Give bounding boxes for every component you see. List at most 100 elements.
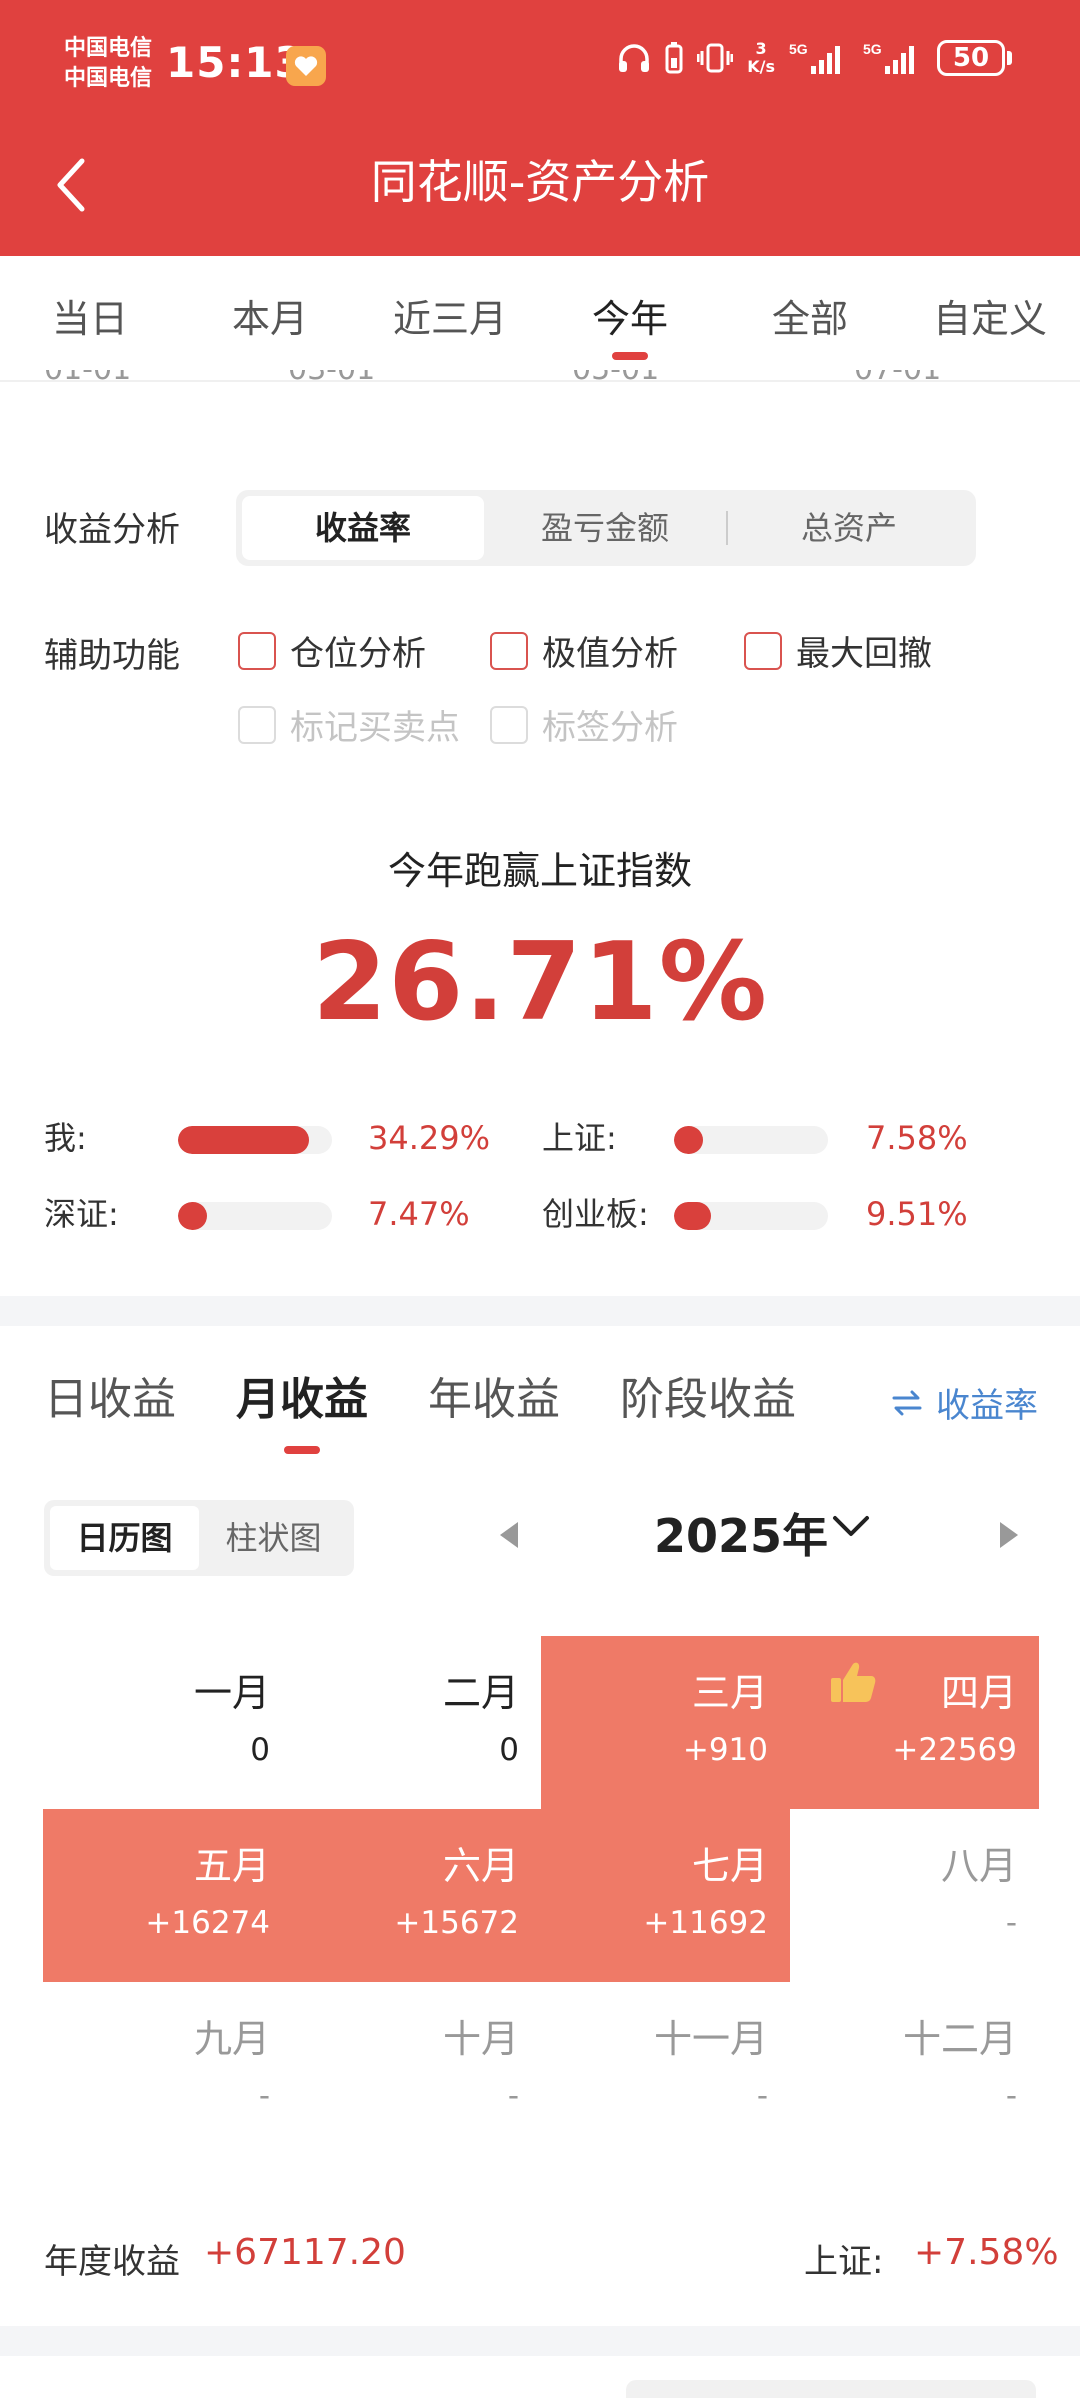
- month-cell[interactable]: 六月 +15672: [292, 1809, 541, 1982]
- tab-returns-2[interactable]: 年收益: [428, 1370, 560, 1460]
- comparison-chinext: 创业板: 9.51%: [542, 1194, 1002, 1234]
- month-name: 三月: [691, 1671, 768, 1715]
- comparison-bar: [674, 1126, 828, 1154]
- checkbox-extreme-analysis[interactable]: 极值分析: [490, 626, 678, 675]
- month-cell[interactable]: 八月 -: [790, 1809, 1039, 1982]
- checkbox-position-analysis[interactable]: 仓位分析: [238, 626, 426, 675]
- axis-date-label: 03-01: [288, 370, 375, 387]
- swap-icon: [892, 1390, 922, 1415]
- beat-index-value: 26.71%: [312, 920, 768, 1045]
- month-cell[interactable]: 二月 0: [292, 1636, 541, 1809]
- analysis-metric-selector: 收益率 盈亏金额 总资产: [236, 490, 976, 566]
- next-year-arrow-icon[interactable]: [1000, 1522, 1018, 1548]
- tab-label: 年收益: [428, 1374, 560, 1425]
- carrier-2: 中国电信: [64, 66, 153, 91]
- checkbox-box: [238, 631, 276, 670]
- header-bar: 中国电信 中国电信 15:13 3 K/s 5G 5G 50 同花顺-资产分析: [0, 0, 1080, 256]
- comparison-bar: [674, 1202, 828, 1230]
- month-value: -: [258, 2078, 270, 2114]
- month-cell[interactable]: 十一月 -: [541, 1982, 790, 2155]
- signal-5g-icon: 5G: [789, 40, 849, 76]
- beat-index-title: 今年跑赢上证指数: [387, 849, 692, 893]
- month-cell[interactable]: 七月 +11692: [541, 1809, 790, 1982]
- annual-index-value: +7.58%: [914, 2232, 1059, 2273]
- checkbox-max-drawdown[interactable]: 最大回撤: [744, 626, 932, 675]
- month-name: 一月: [193, 1671, 270, 1715]
- month-cell[interactable]: 四月 +22569: [790, 1636, 1039, 1809]
- tab-period-4[interactable]: 全部: [720, 256, 900, 380]
- status-time: 15:13: [166, 38, 305, 87]
- view-bar-chart[interactable]: 柱状图: [199, 1506, 348, 1570]
- month-cell[interactable]: 九月 -: [43, 1982, 292, 2155]
- comparison-bar-fill: [674, 1202, 711, 1230]
- axis-date-label: 07-01: [854, 370, 941, 387]
- vibrate-icon: [697, 42, 734, 74]
- page-title: 同花顺-资产分析: [370, 155, 710, 209]
- tab-returns-1[interactable]: 月收益: [236, 1370, 368, 1460]
- comparison-shanghai: 上证: 7.58%: [542, 1118, 1002, 1158]
- view-toggle: 日历图 柱状图: [44, 1500, 354, 1576]
- metric-option-pnl-amount[interactable]: 盈亏金额: [484, 496, 726, 560]
- annual-return-value: +67117.20: [204, 2232, 406, 2273]
- rate-toggle-button[interactable]: 收益率: [892, 1378, 1038, 1427]
- svg-text:5G: 5G: [789, 41, 808, 57]
- view-calendar[interactable]: 日历图: [50, 1506, 199, 1570]
- metric-option-return-rate[interactable]: 收益率: [242, 496, 484, 560]
- month-name: 十二月: [902, 2017, 1017, 2061]
- month-value: +11692: [643, 1905, 768, 1941]
- month-name: 五月: [193, 1844, 270, 1888]
- month-name: 十月: [442, 2017, 519, 2061]
- month-value: 0: [499, 1732, 519, 1768]
- tab-label: 今年: [591, 297, 668, 341]
- month-value: -: [756, 2078, 768, 2114]
- carrier-1: 中国电信: [64, 36, 153, 61]
- rate-toggle-label: 收益率: [936, 1386, 1038, 1426]
- month-cell[interactable]: 三月 +910: [541, 1636, 790, 1809]
- month-cell[interactable]: 五月 +16274: [43, 1809, 292, 1982]
- comparison-bar-fill: [178, 1126, 309, 1154]
- month-value: +15672: [394, 1905, 519, 1941]
- previous-year-arrow-icon[interactable]: [500, 1522, 518, 1548]
- tab-returns-3[interactable]: 阶段收益: [620, 1370, 796, 1460]
- comparison-label: 我:: [44, 1119, 87, 1157]
- month-cell[interactable]: 十月 -: [292, 1982, 541, 2155]
- month-value: -: [1005, 1905, 1017, 1941]
- month-value: +22569: [892, 1732, 1017, 1768]
- comparison-value: 7.47%: [368, 1195, 470, 1233]
- tab-period-5[interactable]: 自定义: [900, 256, 1080, 380]
- tab-returns-0[interactable]: 日收益: [44, 1370, 176, 1460]
- section-divider: [0, 2326, 1080, 2356]
- month-name: 六月: [442, 1844, 519, 1888]
- comparison-bar: [178, 1126, 332, 1154]
- period-tabs: 当日 本月 近三月 今年 全部 自定义: [0, 256, 1080, 382]
- metric-option-total-assets[interactable]: 总资产: [728, 496, 970, 560]
- tab-period-1[interactable]: 本月: [180, 256, 360, 380]
- comparison-value: 9.51%: [866, 1195, 968, 1233]
- month-cell[interactable]: 十二月 -: [790, 1982, 1039, 2155]
- checkbox-label: 极值分析: [542, 634, 678, 674]
- year-selector[interactable]: 2025年: [654, 1506, 828, 1566]
- comparison-label: 创业板:: [542, 1195, 649, 1233]
- annual-index-label: 上证:: [804, 2242, 884, 2282]
- month-value: -: [1005, 2078, 1017, 2114]
- checkbox-label: 标记买卖点: [290, 708, 460, 748]
- tab-period-2[interactable]: 近三月: [360, 256, 540, 380]
- axis-date-label: 01-01: [44, 370, 131, 387]
- checkbox-label: 最大回撤: [796, 634, 932, 674]
- checkbox-box: [238, 705, 276, 744]
- monthly-returns-calendar: 一月 0 二月 0 三月 +910 四月 +22569 五月 +16274 六月 +15672 七月 +1…: [43, 1636, 1039, 2156]
- checkbox-label: 仓位分析: [290, 634, 426, 674]
- axis-date-label: 05-01: [572, 370, 659, 387]
- comparison-shenzhen: 深证: 7.47%: [44, 1194, 504, 1234]
- month-value: -: [507, 2078, 519, 2114]
- chevron-down-icon[interactable]: [832, 1514, 870, 1540]
- annual-return-label: 年度收益: [44, 2242, 180, 2282]
- tab-label: 当日: [51, 297, 128, 341]
- comparison-value: 34.29%: [368, 1119, 491, 1157]
- month-cell[interactable]: 一月 0: [43, 1636, 292, 1809]
- tab-period-0[interactable]: 当日: [0, 256, 180, 380]
- speed-unit: K/s: [747, 57, 775, 76]
- tab-label: 近三月: [392, 297, 507, 341]
- comparison-label: 深证:: [44, 1195, 119, 1233]
- tab-period-3[interactable]: 今年: [540, 256, 720, 380]
